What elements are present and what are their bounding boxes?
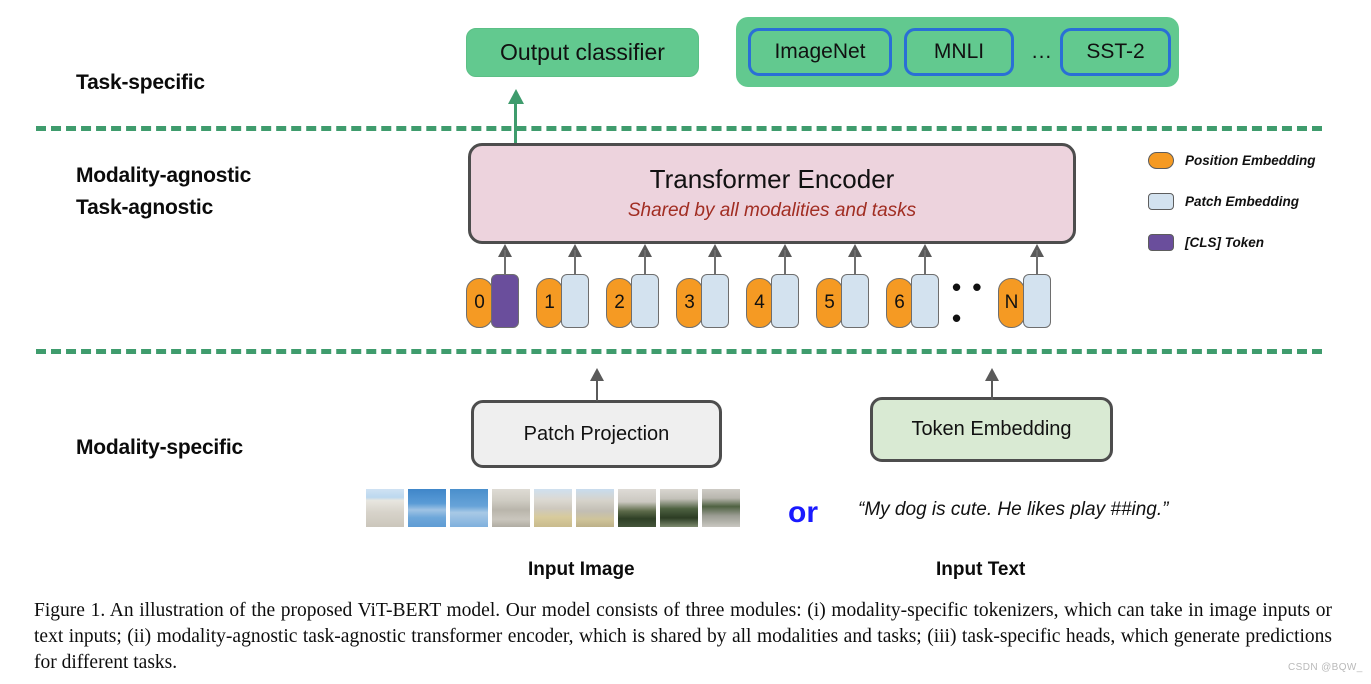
task-chip-imagenet[interactable]: ImageNet xyxy=(748,28,892,76)
arrow-encoder-to-classifier-line xyxy=(514,102,517,144)
position-embedding-token: 2 xyxy=(606,278,633,328)
output-classifier-box[interactable]: Output classifier xyxy=(466,28,699,77)
token-stem xyxy=(714,250,716,274)
image-patch xyxy=(366,489,404,527)
input-image-caption: Input Image xyxy=(528,559,635,580)
image-patch xyxy=(492,489,530,527)
input-text-sample: “My dog is cute. He likes play ##ing.” xyxy=(858,499,1169,520)
task-chip-label: ImageNet xyxy=(774,40,866,63)
row-label-task-agnostic: Task-agnostic xyxy=(76,196,214,219)
arrow-patchproj-head xyxy=(590,368,604,381)
token-stem xyxy=(854,250,856,274)
divider-modality-specific xyxy=(36,349,1322,354)
position-embedding-token: 6 xyxy=(886,278,913,328)
token-stem xyxy=(644,250,646,274)
position-embedding-token: 1 xyxy=(536,278,563,328)
image-patch xyxy=(450,489,488,527)
legend-item: Patch Embedding xyxy=(1148,193,1316,210)
cls-token-swatch xyxy=(1148,234,1174,251)
token-sequence-ellipsis: • • • xyxy=(952,272,984,333)
token-stem xyxy=(784,250,786,274)
patch-embedding-token xyxy=(631,274,659,328)
arrow-tokenemb-head xyxy=(985,368,999,381)
patch-embedding-token xyxy=(1023,274,1051,328)
legend: Position Embedding Patch Embedding [CLS] T… xyxy=(1148,152,1316,275)
legend-item-label: [CLS] Token xyxy=(1185,235,1264,250)
position-embedding-token: 5 xyxy=(816,278,843,328)
or-separator-label: or xyxy=(788,496,818,529)
position-embedding-swatch xyxy=(1148,152,1174,169)
token-embedding-label: Token Embedding xyxy=(911,418,1072,440)
row-label-modality-agnostic: Modality-agnostic xyxy=(76,164,252,187)
token-sequence: 0 1 2 3 4 5 6 N • • • xyxy=(466,250,1086,333)
position-embedding-token: 0 xyxy=(466,278,493,328)
output-classifier-label: Output classifier xyxy=(500,39,665,65)
task-chip-label: SST-2 xyxy=(1086,40,1145,63)
arrow-patchproj-line xyxy=(596,381,598,401)
transformer-encoder-box[interactable]: Transformer Encoder Shared by all modali… xyxy=(468,143,1076,244)
legend-item: [CLS] Token xyxy=(1148,234,1316,251)
legend-item-label: Patch Embedding xyxy=(1185,194,1300,209)
transformer-encoder-title: Transformer Encoder xyxy=(649,163,895,194)
token-stem xyxy=(924,250,926,274)
row-label-task-specific: Task-specific xyxy=(76,71,205,94)
task-chip-sst2[interactable]: SST-2 xyxy=(1060,28,1171,76)
image-patch xyxy=(660,489,698,527)
image-patch xyxy=(408,489,446,527)
patch-embedding-token xyxy=(911,274,939,328)
patch-projection-label: Patch Projection xyxy=(523,422,670,445)
token-embedding-box[interactable]: Token Embedding xyxy=(870,397,1113,462)
input-text-caption: Input Text xyxy=(936,559,1026,580)
legend-item-label: Position Embedding xyxy=(1185,153,1316,168)
token-stem xyxy=(504,250,506,274)
watermark: CSDN @BQW_ xyxy=(1288,662,1363,673)
image-patch xyxy=(534,489,572,527)
patch-embedding-swatch xyxy=(1148,193,1174,210)
token-stem xyxy=(1036,250,1038,274)
patch-projection-box[interactable]: Patch Projection xyxy=(471,400,722,468)
row-label-modality-specific: Modality-specific xyxy=(76,436,243,459)
arrow-tokenemb-line xyxy=(991,381,993,400)
patch-embedding-token xyxy=(561,274,589,328)
patch-embedding-token xyxy=(841,274,869,328)
legend-item: Position Embedding xyxy=(1148,152,1316,169)
patch-embedding-token xyxy=(771,274,799,328)
image-patch xyxy=(618,489,656,527)
image-patch xyxy=(576,489,614,527)
task-chip-mnli[interactable]: MNLI xyxy=(904,28,1014,76)
figure-canvas: Task-specific Modality-agnostic Task-agn… xyxy=(0,0,1371,684)
divider-task-specific xyxy=(36,126,1322,131)
figure-caption: Figure 1. An illustration of the propose… xyxy=(34,600,1332,673)
position-embedding-token: 4 xyxy=(746,278,773,328)
transformer-encoder-subtitle: Shared by all modalities and tasks xyxy=(627,200,917,222)
cls-token xyxy=(491,274,519,328)
position-embedding-token: N xyxy=(998,278,1025,328)
task-heads-group: ImageNet MNLI ... SST-2 xyxy=(736,17,1179,87)
position-embedding-token: 3 xyxy=(676,278,703,328)
image-patch xyxy=(702,489,740,527)
token-stem xyxy=(574,250,576,274)
patch-embedding-token xyxy=(701,274,729,328)
input-image-patches xyxy=(366,489,744,527)
task-chip-label: MNLI xyxy=(933,40,985,63)
task-chip-ellipsis: ... xyxy=(1031,40,1053,63)
